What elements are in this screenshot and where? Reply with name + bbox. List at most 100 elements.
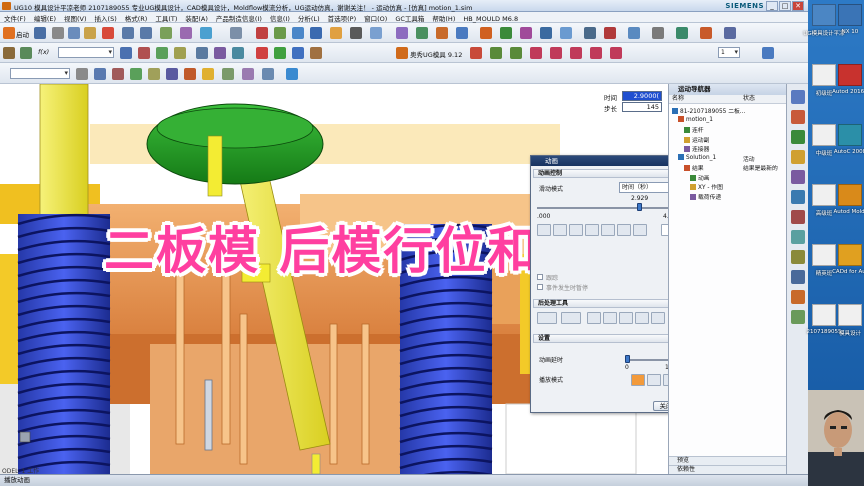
time-value[interactable]: 2.9000(	[622, 91, 662, 101]
point-icon[interactable]	[274, 47, 286, 59]
assembly-icon[interactable]	[396, 27, 408, 39]
add-icon[interactable]	[762, 47, 774, 59]
post-tool-5-button[interactable]	[619, 312, 633, 324]
step-forward-icon[interactable]	[510, 47, 522, 59]
view-orient-icon[interactable]	[330, 27, 342, 39]
tree-item[interactable]: Solution_1	[678, 153, 716, 161]
snap-quad-icon[interactable]	[166, 68, 178, 80]
tree-item[interactable]: 动画	[690, 173, 710, 182]
delete-icon[interactable]	[102, 27, 114, 39]
web-browser-icon[interactable]	[791, 190, 805, 204]
zoom-icon[interactable]	[274, 27, 286, 39]
animation-icon[interactable]	[584, 27, 596, 39]
start-icon[interactable]	[3, 27, 15, 39]
play-back-button[interactable]	[569, 224, 583, 236]
minimize-button[interactable]: _	[766, 1, 778, 11]
stop-button[interactable]	[633, 224, 647, 236]
desktop-shortcut-icon[interactable]	[838, 184, 862, 206]
tree-item[interactable]: 运动副	[684, 135, 709, 144]
box-select-icon[interactable]	[286, 68, 298, 80]
snap-intersect-icon[interactable]	[184, 68, 196, 80]
delay-slider-thumb[interactable]	[625, 355, 630, 363]
measure-icon[interactable]	[416, 27, 428, 39]
undo-icon[interactable]	[122, 27, 134, 39]
stop-icon[interactable]	[590, 47, 602, 59]
post-tool-7-button[interactable]	[651, 312, 665, 324]
snap-end-icon[interactable]	[112, 68, 124, 80]
blend-icon[interactable]	[196, 47, 208, 59]
render-icon[interactable]	[370, 27, 382, 39]
snap-center-icon[interactable]	[148, 68, 160, 80]
play-icon[interactable]	[550, 47, 562, 59]
joint-icon[interactable]	[520, 27, 532, 39]
check-icon[interactable]	[676, 27, 688, 39]
section-icon[interactable]	[456, 27, 468, 39]
section-settings[interactable]: 设置	[533, 334, 679, 343]
desktop-shortcut-icon[interactable]	[812, 304, 836, 326]
rewind-button[interactable]	[537, 224, 551, 236]
settings-icon[interactable]	[652, 27, 664, 39]
preview-section[interactable]: 预览	[669, 456, 786, 465]
end-icon[interactable]	[610, 47, 622, 59]
motion-icon[interactable]	[480, 27, 492, 39]
snap-tangent-icon[interactable]	[262, 68, 274, 80]
record-icon[interactable]	[470, 47, 482, 59]
scope-icon[interactable]	[94, 68, 106, 80]
process-studio-icon[interactable]	[791, 250, 805, 264]
tree-item[interactable]: 结果	[684, 163, 704, 172]
desktop-shortcut-label[interactable]: CADd for Aut	[825, 269, 864, 275]
desktop-shortcut-icon[interactable]	[838, 244, 862, 266]
col-name[interactable]: 名称	[672, 95, 684, 103]
post-tool-3-button[interactable]	[587, 312, 601, 324]
play-reverse-icon[interactable]	[530, 47, 542, 59]
desktop-shortcut-label[interactable]: AutoC 2008	[825, 149, 864, 155]
desktop-shortcut-icon[interactable]	[812, 244, 836, 266]
redo-icon[interactable]	[140, 27, 152, 39]
boolean-icon[interactable]	[174, 47, 186, 59]
post-tool-2-button[interactable]	[561, 312, 581, 324]
tree-item[interactable]: 连接器	[684, 144, 709, 153]
sketch-icon[interactable]	[3, 47, 15, 59]
section-post-tools[interactable]: 后处理工具	[533, 299, 679, 308]
pause-icon[interactable]	[570, 47, 582, 59]
help-icon[interactable]	[200, 27, 212, 39]
fit-icon[interactable]	[256, 27, 268, 39]
expression-icon[interactable]: f(x)	[38, 48, 49, 56]
desktop-shortcut-label[interactable]: Autod 2016 -	[825, 89, 864, 95]
post-tool-4-button[interactable]	[603, 312, 617, 324]
package-icon[interactable]	[700, 27, 712, 39]
col-status[interactable]: 状态	[743, 95, 755, 103]
tree-item[interactable]: XY - 作图	[690, 182, 723, 191]
snap-point-icon[interactable]	[202, 68, 214, 80]
frame-combo[interactable]: 1	[718, 47, 740, 58]
plane-icon[interactable]	[292, 47, 304, 59]
copy-icon[interactable]	[68, 27, 80, 39]
chamfer-icon[interactable]	[214, 47, 226, 59]
desktop-shortcut-icon[interactable]	[812, 4, 836, 26]
axis-icon[interactable]	[310, 47, 322, 59]
section-animation-control[interactable]: 动画控制	[533, 169, 679, 178]
part-navigator-icon[interactable]	[791, 110, 805, 124]
loop-button[interactable]	[647, 374, 661, 386]
save-icon[interactable]	[34, 27, 46, 39]
post-tool-1-button[interactable]	[537, 312, 557, 324]
assembly-navigator-icon[interactable]	[791, 130, 805, 144]
driver-icon[interactable]	[540, 27, 552, 39]
shaded-icon[interactable]	[310, 27, 322, 39]
desktop-shortcut-icon[interactable]	[812, 184, 836, 206]
solver-icon[interactable]	[560, 27, 572, 39]
step-back-icon[interactable]	[490, 47, 502, 59]
mold-wizard-icon[interactable]	[396, 47, 408, 59]
extrude-icon[interactable]	[120, 47, 132, 59]
window-icon[interactable]	[180, 27, 192, 39]
desktop-shortcut-icon[interactable]	[838, 4, 862, 26]
motion-navigator-icon[interactable]	[791, 290, 805, 304]
tree-item[interactable]: 载荷传递	[690, 192, 721, 201]
maximize-button[interactable]: □	[779, 1, 791, 11]
step-forward-button[interactable]	[601, 224, 615, 236]
graph-icon[interactable]	[604, 27, 616, 39]
tree-item[interactable]: motion_1	[678, 115, 713, 123]
filter-combo[interactable]	[58, 47, 114, 58]
time-slider-track[interactable]	[537, 207, 677, 209]
palette-icon[interactable]	[791, 310, 805, 324]
